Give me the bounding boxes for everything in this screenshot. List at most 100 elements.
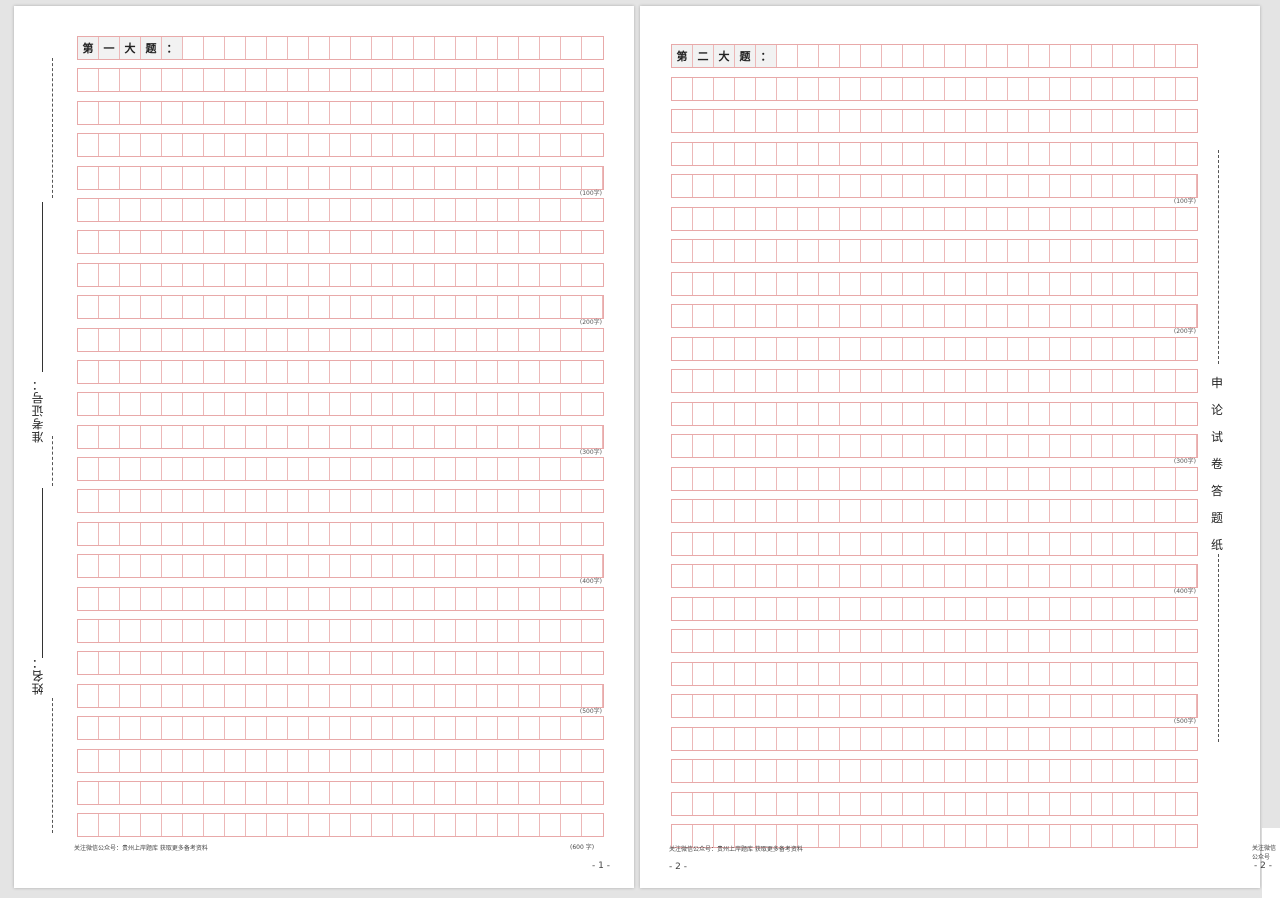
grid-cell[interactable] (819, 532, 840, 555)
grid-cell[interactable] (672, 467, 693, 490)
grid-cell[interactable] (435, 458, 456, 481)
grid-cell[interactable] (1008, 467, 1029, 490)
grid-cell[interactable] (225, 458, 246, 481)
grid-cell[interactable] (414, 749, 435, 772)
grid-cell[interactable] (141, 328, 162, 351)
grid-cell[interactable] (372, 522, 393, 545)
grid-cell[interactable] (1134, 435, 1155, 457)
grid-cell[interactable] (456, 425, 477, 448)
grid-cell[interactable] (435, 555, 456, 578)
grid-cell[interactable] (225, 263, 246, 286)
grid-cell[interactable] (1071, 565, 1092, 587)
grid-cell[interactable] (840, 435, 861, 457)
grid-cell[interactable] (309, 69, 330, 92)
grid-cell[interactable] (162, 101, 183, 124)
grid-cell[interactable] (519, 393, 540, 416)
grid-cell[interactable] (1092, 532, 1113, 555)
grid-cell[interactable] (120, 166, 141, 189)
grid-cell[interactable] (519, 587, 540, 610)
grid-cell[interactable] (945, 240, 966, 262)
grid-cell[interactable] (540, 134, 561, 157)
grid-cell[interactable] (672, 532, 693, 555)
grid-cell[interactable] (882, 402, 903, 425)
grid-cell[interactable] (903, 565, 924, 587)
grid-cell[interactable] (288, 198, 309, 221)
grid-cell[interactable] (498, 296, 519, 319)
grid-cell[interactable] (267, 166, 288, 189)
grid-cell[interactable] (267, 814, 288, 837)
grid-cell[interactable] (882, 727, 903, 750)
grid-cell[interactable] (183, 555, 204, 578)
grid-cell[interactable] (309, 717, 330, 740)
grid-cell[interactable] (924, 272, 945, 295)
grid-cell[interactable] (735, 110, 756, 132)
grid-cell[interactable] (99, 555, 120, 578)
grid-cell[interactable] (561, 263, 582, 286)
grid-cell[interactable] (393, 717, 414, 740)
grid-cell[interactable] (561, 652, 582, 675)
grid-cell[interactable] (1029, 207, 1050, 230)
grid-cell[interactable] (288, 166, 309, 189)
grid-cell[interactable] (540, 425, 561, 448)
grid-cell[interactable] (120, 652, 141, 675)
grid-cell[interactable] (882, 435, 903, 457)
grid-cell[interactable] (99, 231, 120, 254)
grid-cell[interactable] (735, 630, 756, 652)
grid-cell[interactable] (393, 37, 414, 59)
grid-cell[interactable] (78, 620, 99, 643)
grid-cell[interactable] (351, 458, 372, 481)
grid-cell[interactable] (267, 263, 288, 286)
grid-cell[interactable] (1008, 630, 1029, 652)
grid-cell[interactable] (225, 490, 246, 513)
grid-cell[interactable] (309, 393, 330, 416)
grid-cell[interactable] (582, 490, 603, 512)
grid-cell[interactable] (225, 781, 246, 804)
grid-cell[interactable] (1029, 175, 1050, 197)
grid-cell[interactable] (1071, 662, 1092, 685)
grid-cell[interactable] (819, 435, 840, 457)
grid-cell[interactable] (861, 435, 882, 457)
grid-cell[interactable] (225, 296, 246, 319)
grid-cell[interactable] (1092, 695, 1113, 717)
grid-cell[interactable] (582, 652, 603, 674)
grid-cell[interactable] (672, 597, 693, 620)
grid-cell[interactable] (435, 814, 456, 837)
grid-cell[interactable] (393, 296, 414, 319)
grid-cell[interactable] (372, 652, 393, 675)
grid-cell[interactable] (477, 749, 498, 772)
grid-cell[interactable] (456, 814, 477, 837)
grid-cell[interactable] (1029, 272, 1050, 295)
grid-cell[interactable] (78, 231, 99, 254)
grid-cell[interactable] (477, 328, 498, 351)
grid-cell[interactable] (840, 662, 861, 685)
grid-cell[interactable] (1113, 727, 1134, 750)
grid-cell[interactable] (1113, 532, 1134, 555)
grid-cell[interactable] (756, 142, 777, 165)
grid-cell[interactable] (882, 597, 903, 620)
grid-cell[interactable] (456, 360, 477, 383)
grid-cell[interactable] (414, 263, 435, 286)
grid-cell[interactable] (840, 467, 861, 490)
grid-cell[interactable] (78, 652, 99, 675)
grid-cell[interactable] (1155, 435, 1176, 457)
grid-cell[interactable] (414, 814, 435, 837)
grid-cell[interactable] (987, 272, 1008, 295)
grid-cell[interactable] (246, 134, 267, 157)
grid-cell[interactable] (498, 684, 519, 707)
grid-cell[interactable] (693, 532, 714, 555)
grid-cell[interactable] (714, 565, 735, 587)
grid-cell[interactable] (561, 393, 582, 416)
grid-cell[interactable] (1155, 272, 1176, 295)
grid-cell[interactable] (582, 684, 603, 707)
grid-cell[interactable] (924, 825, 945, 847)
grid-cell[interactable] (1050, 467, 1071, 490)
grid-cell[interactable] (309, 360, 330, 383)
grid-cell[interactable] (330, 458, 351, 481)
grid-cell[interactable] (78, 263, 99, 286)
grid-cell[interactable] (519, 620, 540, 643)
grid-cell[interactable] (414, 69, 435, 92)
grid-cell[interactable] (183, 37, 204, 59)
grid-cell[interactable] (351, 749, 372, 772)
grid-cell[interactable] (798, 695, 819, 717)
grid-cell[interactable] (1092, 77, 1113, 100)
